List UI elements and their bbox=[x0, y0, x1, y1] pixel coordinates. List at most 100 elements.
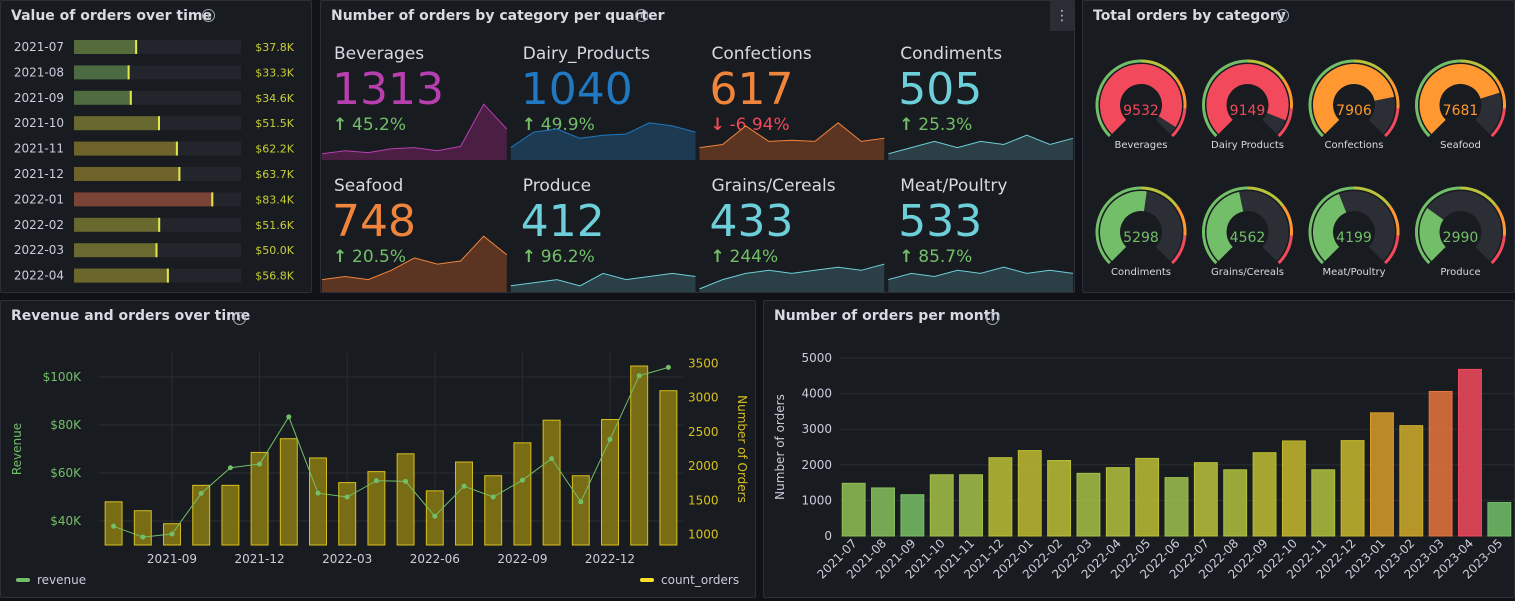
stat-beverages: Beverages1313↑ 45.2% bbox=[321, 44, 508, 160]
row-value: $51.5K bbox=[255, 117, 294, 130]
bar-cap bbox=[129, 90, 132, 105]
legend-orders-swatch bbox=[640, 578, 654, 582]
sparkline-area bbox=[510, 273, 696, 292]
gauge-value: 7906 bbox=[1336, 103, 1372, 119]
orders-bar bbox=[1311, 469, 1336, 537]
gauge-value: 2990 bbox=[1443, 230, 1479, 246]
arrow-up-icon: ↑ bbox=[333, 247, 347, 267]
stat-name: Confections bbox=[712, 44, 812, 64]
bar-fill bbox=[74, 217, 161, 232]
combo-chart: $40K $60K $80K $100K 1000 1500 2000 2500 3000 350… bbox=[10, 353, 749, 587]
arrow-up-icon: ↑ bbox=[711, 247, 725, 267]
y-axis-label: Revenue bbox=[10, 423, 24, 475]
stat-value: 1040 bbox=[521, 64, 633, 115]
arrow-up-icon: ↑ bbox=[899, 247, 913, 267]
gauge-label: Condiments bbox=[1111, 267, 1171, 278]
stat-confections: Confections617↓ -6.94% bbox=[699, 44, 885, 160]
gauge-value: 4562 bbox=[1230, 230, 1266, 246]
x-tick-label: 2021-09 bbox=[147, 552, 197, 566]
row-label: 2022-03 bbox=[14, 243, 64, 257]
orders-bar bbox=[1076, 472, 1101, 537]
y-tick-label: $80K bbox=[50, 418, 82, 432]
row-value: $62.2K bbox=[255, 143, 294, 156]
bar-fill bbox=[74, 141, 178, 156]
orders-bar bbox=[1135, 457, 1160, 537]
stat-dairy-products: Dairy_Products1040↑ 49.9% bbox=[510, 44, 696, 160]
row-label: 2021-08 bbox=[14, 65, 64, 79]
stat-condiments: Condiments505↑ 25.3% bbox=[888, 44, 1074, 160]
stat-meat-poultry: Meat/Poultry533↑ 85.7% bbox=[888, 176, 1074, 292]
orders-bar bbox=[1252, 452, 1277, 537]
stat-seafood: Seafood748↑ 20.5% bbox=[321, 176, 508, 292]
orders-bar bbox=[1428, 390, 1453, 537]
y-axis-label: Number of orders bbox=[773, 394, 787, 500]
gauge-beverages: 9532 Beverages bbox=[1095, 59, 1187, 151]
stat-grid: Beverages1313↑ 45.2%Dairy_Products1040↑ 49… bbox=[321, 44, 1074, 292]
y2-axis-label: Number of Orders bbox=[735, 395, 749, 503]
orders-bar bbox=[484, 475, 503, 546]
bar-fill bbox=[74, 116, 161, 131]
gauge-label: Seafood bbox=[1440, 140, 1481, 151]
orders-bar bbox=[338, 482, 357, 546]
stat-name: Seafood bbox=[334, 176, 403, 196]
revenue-point bbox=[578, 499, 584, 505]
revenue-point bbox=[403, 478, 409, 484]
row-label: 2021-07 bbox=[14, 40, 64, 54]
revenue-point bbox=[140, 534, 146, 540]
bar-cap bbox=[178, 167, 181, 181]
orders-by-category-quarter-panel: Number of orders by category per quarter… bbox=[320, 0, 1075, 293]
orders-bar bbox=[1281, 440, 1306, 537]
bar-cap bbox=[166, 268, 169, 283]
orders-bar bbox=[900, 494, 925, 537]
arrow-down-icon: ↓ bbox=[711, 115, 725, 135]
stat-value: 533 bbox=[898, 196, 982, 247]
gauge-value: 5298 bbox=[1123, 230, 1159, 246]
orders-bar bbox=[1047, 460, 1072, 537]
y2-tick-label: 2500 bbox=[688, 425, 719, 439]
revenue-point bbox=[519, 477, 525, 483]
revenue-point bbox=[286, 414, 292, 420]
y-tick-label: 0 bbox=[824, 529, 832, 543]
arrow-up-icon: ↑ bbox=[899, 115, 913, 135]
orders-bar bbox=[630, 365, 649, 546]
row-value: $51.6K bbox=[255, 219, 294, 232]
orders-bar bbox=[396, 453, 415, 546]
gauge-value: 9149 bbox=[1230, 103, 1266, 119]
orders-bar bbox=[929, 474, 954, 537]
orders-bar bbox=[1458, 368, 1482, 537]
orders-bar bbox=[455, 461, 473, 546]
gauge-value: 4199 bbox=[1336, 230, 1372, 246]
revenue-point bbox=[490, 494, 496, 500]
row-value: $56.8K bbox=[255, 270, 294, 283]
gauge-value-arc bbox=[1419, 208, 1447, 261]
revenue-point bbox=[169, 531, 175, 537]
bar-fill bbox=[74, 192, 214, 207]
revenue-point bbox=[665, 364, 671, 370]
stat-name: Meat/Poultry bbox=[900, 176, 1007, 196]
row-label: 2022-02 bbox=[14, 218, 64, 232]
revenue-point bbox=[344, 494, 350, 500]
gauge-condiments: 5298 Condiments bbox=[1095, 186, 1187, 278]
orders-bar bbox=[1399, 425, 1424, 537]
revenue-point bbox=[227, 465, 233, 471]
bar-chart: 0100020003000400050002021-072021-082021-… bbox=[773, 351, 1514, 582]
y-tick-label: 2000 bbox=[801, 458, 832, 472]
revenue-point bbox=[315, 490, 321, 496]
bar-fill bbox=[74, 268, 169, 283]
row-value: $37.8K bbox=[255, 41, 294, 54]
gauge-grains-cereals: 4562 Grains/Cereals bbox=[1202, 186, 1293, 278]
sparkline-area bbox=[510, 122, 696, 160]
stat-change: 85.7% bbox=[918, 247, 972, 267]
stat-change: 20.5% bbox=[352, 247, 406, 267]
row-value: $33.3K bbox=[255, 66, 294, 79]
bar-cap bbox=[211, 192, 214, 207]
orders-bar bbox=[104, 501, 123, 546]
orders-bar bbox=[1487, 502, 1512, 537]
y-tick-label: 4000 bbox=[801, 387, 832, 401]
stat-change: 96.2% bbox=[541, 247, 595, 267]
stat-value: 505 bbox=[898, 64, 982, 115]
stat-grains-cereals: Grains/Cereals433↑ 244% bbox=[699, 176, 885, 292]
bar-cap bbox=[135, 40, 138, 54]
orders-bar bbox=[513, 442, 532, 546]
bar-cap bbox=[127, 65, 130, 80]
